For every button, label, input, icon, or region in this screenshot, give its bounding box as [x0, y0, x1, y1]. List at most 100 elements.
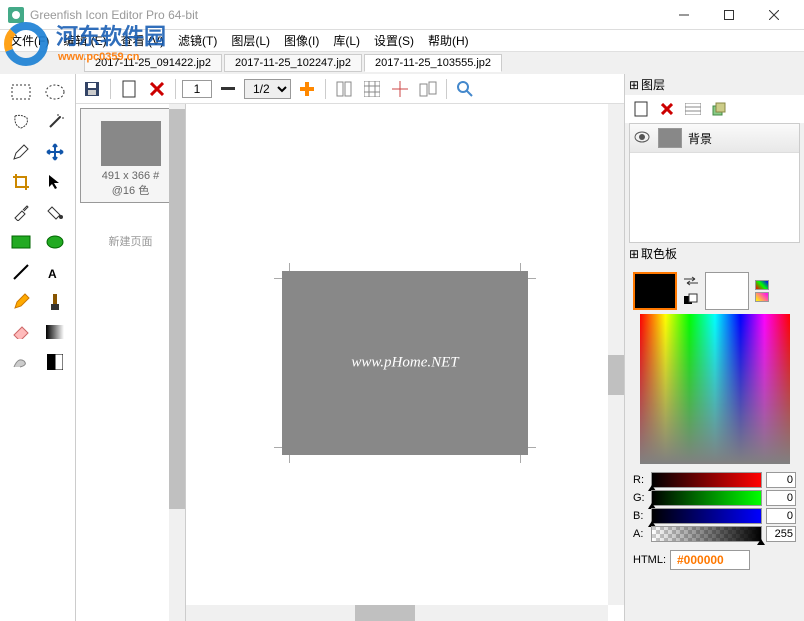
expand-icon[interactable]: ⊞ — [629, 78, 641, 92]
page-number-input[interactable]: 1 — [182, 80, 212, 98]
tab-doc-1[interactable]: 2017-11-25_091422.jp2 — [84, 54, 222, 72]
zoom-out-icon[interactable] — [216, 77, 240, 101]
layers-header: ⊞ 图层 — [625, 74, 804, 95]
mini-swatches[interactable] — [755, 280, 769, 302]
canvas-scrollbar-v[interactable] — [608, 104, 624, 605]
menu-view[interactable]: 查看 (V) — [115, 30, 170, 51]
layers-title: 图层 — [641, 76, 665, 93]
crop-tool[interactable] — [5, 168, 37, 196]
swap-colors-icon[interactable] — [683, 275, 699, 289]
menu-help[interactable]: 帮助(H) — [422, 30, 475, 51]
save-icon[interactable] — [80, 77, 104, 101]
ellipse-tool[interactable] — [39, 228, 71, 256]
contrast-tool[interactable] — [39, 348, 71, 376]
b-label: B: — [633, 510, 647, 522]
pencil2-tool[interactable] — [5, 288, 37, 316]
gradient-tool[interactable] — [39, 318, 71, 346]
title-bar: Greenfish Icon Editor Pro 64-bit — [0, 0, 804, 30]
thumbnail-preview — [101, 121, 161, 166]
canvas-area[interactable]: www.pHome.NET — [186, 104, 624, 621]
thumbnail-size: 491 x 366 # — [85, 170, 176, 182]
thumbnail-item[interactable]: 491 x 366 # @16 色 — [80, 108, 181, 203]
workspace: 491 x 366 # @16 色 新建页面 www.pHome.NET — [76, 104, 624, 621]
minimize-button[interactable] — [661, 1, 706, 29]
alpha-slider[interactable] — [651, 526, 762, 542]
eyedropper-tool[interactable] — [5, 198, 37, 226]
color-picker[interactable] — [640, 314, 790, 464]
delete-layer-icon[interactable] — [655, 97, 679, 121]
zoom-in-icon[interactable] — [295, 77, 319, 101]
g-label: G: — [633, 492, 647, 504]
tab-doc-2[interactable]: 2017-11-25_102247.jp2 — [224, 54, 362, 72]
canvas-scrollbar-h[interactable] — [186, 605, 608, 621]
canvas[interactable]: www.pHome.NET — [282, 271, 528, 455]
text-tool[interactable]: A — [39, 258, 71, 286]
zoom-level-select[interactable]: 1/2 — [244, 79, 291, 99]
thumb-scrollbar[interactable] — [169, 104, 185, 621]
eraser-tool[interactable] — [5, 318, 37, 346]
menu-settings[interactable]: 设置(S) — [368, 30, 420, 51]
delete-page-icon[interactable] — [145, 77, 169, 101]
eye-icon[interactable] — [634, 131, 652, 146]
menu-filter[interactable]: 滤镜(T) — [172, 30, 223, 51]
page-thumbnails: 491 x 366 # @16 色 新建页面 — [76, 104, 186, 621]
close-button[interactable] — [751, 1, 796, 29]
default-colors-icon[interactable] — [683, 293, 699, 308]
layer-props-icon[interactable] — [681, 97, 705, 121]
brush-tool[interactable] — [39, 288, 71, 316]
menu-layer[interactable]: 图层(L) — [225, 30, 276, 51]
layer-list: 背景 — [629, 123, 800, 243]
smudge-tool[interactable] — [5, 348, 37, 376]
palette-title: 取色板 — [641, 245, 677, 262]
r-label: R: — [633, 474, 647, 486]
menu-file[interactable]: 文件(F) — [4, 30, 55, 51]
line-tool[interactable] — [5, 258, 37, 286]
window-title: Greenfish Icon Editor Pro 64-bit — [30, 8, 661, 22]
pointer-tool[interactable] — [39, 168, 71, 196]
menu-image[interactable]: 图像(I) — [278, 30, 325, 51]
new-layer-icon[interactable] — [629, 97, 653, 121]
svg-text:A: A — [48, 267, 57, 281]
green-value-input[interactable] — [766, 490, 796, 506]
grid1-icon[interactable] — [332, 77, 356, 101]
grid2-icon[interactable] — [360, 77, 384, 101]
menu-edit[interactable]: 编辑 (E) — [57, 30, 112, 51]
tab-doc-3[interactable]: 2017-11-25_103555.jp2 — [364, 54, 502, 72]
canvas-watermark-text: www.pHome.NET — [351, 354, 458, 371]
pencil-tool[interactable] — [5, 138, 37, 166]
pages-icon[interactable] — [416, 77, 440, 101]
color-sliders: R: G: B: A: — [629, 468, 800, 546]
red-slider[interactable] — [651, 472, 762, 488]
layer-name: 背景 — [688, 130, 712, 147]
rect-select-tool[interactable] — [5, 78, 37, 106]
move-tool[interactable] — [39, 138, 71, 166]
merge-layer-icon[interactable] — [707, 97, 731, 121]
layer-thumbnail — [658, 128, 682, 148]
new-page-icon[interactable] — [117, 77, 141, 101]
ellipse-select-tool[interactable] — [39, 78, 71, 106]
red-value-input[interactable] — [766, 472, 796, 488]
bucket-tool[interactable] — [39, 198, 71, 226]
rectangle-tool[interactable] — [5, 228, 37, 256]
toolbox: A — [0, 74, 76, 621]
grid3-icon[interactable] — [388, 77, 412, 101]
green-slider[interactable] — [651, 490, 762, 506]
blue-value-input[interactable] — [766, 508, 796, 524]
blue-slider[interactable] — [651, 508, 762, 524]
html-color-input[interactable] — [670, 550, 750, 570]
new-page-link[interactable]: 新建页面 — [80, 233, 181, 249]
layer-item[interactable]: 背景 — [630, 124, 799, 153]
main-area: 1 1/2 491 x 366 # @16 色 新建页面 — [76, 74, 624, 621]
a-label: A: — [633, 528, 647, 540]
maximize-button[interactable] — [706, 1, 751, 29]
lasso-tool[interactable] — [5, 108, 37, 136]
magic-wand-tool[interactable] — [39, 108, 71, 136]
menu-library[interactable]: 库(L) — [327, 30, 366, 51]
main-toolbar: 1 1/2 — [76, 74, 624, 104]
alpha-value-input[interactable] — [766, 526, 796, 542]
background-color-swatch[interactable] — [705, 272, 749, 310]
foreground-color-swatch[interactable] — [633, 272, 677, 310]
thumbnail-colors: @16 色 — [85, 182, 176, 198]
search-icon[interactable] — [453, 77, 477, 101]
expand-icon[interactable]: ⊞ — [629, 247, 641, 261]
